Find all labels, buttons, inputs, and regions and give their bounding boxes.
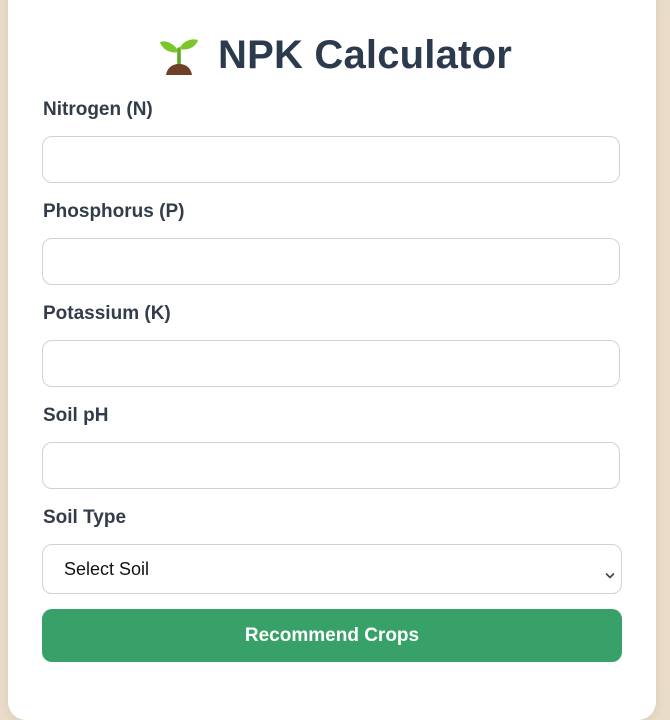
soil-type-selected-value: Select Soil [64, 558, 150, 579]
nitrogen-label: Nitrogen (N) [43, 99, 153, 120]
page-header: NPK Calculator [0, 33, 670, 78]
nitrogen-input[interactable] [42, 136, 620, 183]
potassium-input[interactable] [42, 340, 620, 387]
soil-ph-input[interactable] [42, 442, 620, 489]
recommend-crops-button[interactable]: Recommend Crops [42, 609, 622, 662]
seedling-icon [158, 35, 200, 77]
page-title: NPK Calculator [218, 33, 512, 77]
soil-type-label: Soil Type [43, 507, 127, 528]
soil-ph-label: Soil pH [43, 405, 109, 426]
phosphorus-input[interactable] [42, 238, 620, 285]
chevron-down-icon [605, 564, 615, 585]
phosphorus-label: Phosphorus (P) [43, 201, 185, 222]
potassium-label: Potassium (K) [43, 303, 171, 324]
soil-type-select[interactable]: Select Soil [42, 544, 622, 594]
